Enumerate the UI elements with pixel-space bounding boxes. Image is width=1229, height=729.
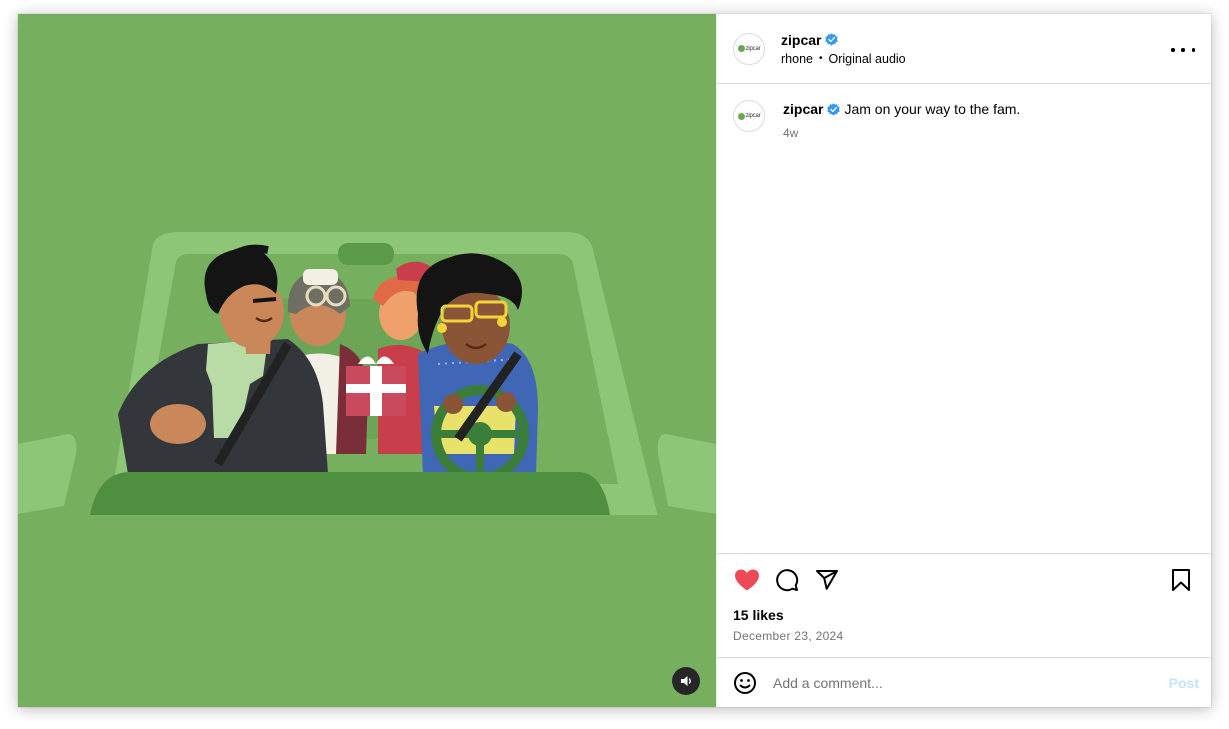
audio-artist[interactable]: rhone (781, 52, 813, 66)
caption-username[interactable]: zipcar (783, 101, 823, 117)
caption-line: zipcar Jam on your way to the fam. (783, 101, 1020, 117)
avatar-logo-text: zipcar (745, 113, 761, 119)
comment-box: Post (717, 657, 1211, 707)
emoji-icon (734, 671, 756, 694)
action-bar (733, 566, 1195, 594)
emoji-button[interactable] (733, 671, 757, 695)
header-username[interactable]: zipcar (781, 32, 821, 48)
caption-text: Jam on your way to the fam. (844, 101, 1021, 117)
audio-label[interactable]: Original audio (829, 52, 906, 66)
caption-timestamp[interactable]: 4w (783, 126, 1020, 140)
header-name-row: zipcar (781, 32, 906, 48)
share-button[interactable] (813, 566, 841, 594)
post-comment-button[interactable]: Post (1169, 675, 1199, 691)
post-media[interactable] (18, 14, 716, 707)
zipcar-logo-mark (737, 45, 745, 52)
more-dot (1181, 48, 1185, 52)
comment-button[interactable] (773, 566, 801, 594)
post-date: December 23, 2024 (733, 629, 844, 643)
more-dot (1191, 48, 1195, 52)
caption-body: zipcar Jam on your way to the fam. 4w (783, 101, 1020, 140)
post-side-panel: zipcar zipcar rhone • Original audio zip… (716, 14, 1211, 707)
audio-line: rhone • Original audio (781, 52, 906, 66)
verified-badge-icon (825, 33, 839, 46)
volume-icon (680, 676, 691, 686)
more-options-button[interactable] (1171, 40, 1195, 60)
comment-input[interactable] (773, 674, 1169, 691)
verified-badge-icon (827, 102, 841, 116)
video-illustration (18, 232, 716, 707)
mute-button[interactable] (672, 667, 700, 695)
header-info: zipcar rhone • Original audio (781, 32, 906, 66)
like-button[interactable] (733, 566, 761, 594)
comments-section: zipcar zipcar Jam on your way to the fam… (717, 84, 1211, 553)
more-dot (1171, 48, 1175, 52)
comment-icon (776, 569, 799, 592)
account-avatar[interactable]: zipcar (733, 32, 765, 65)
bookmark-icon (1172, 569, 1190, 591)
heart-filled-icon (735, 569, 759, 591)
zipcar-logo-mark (737, 112, 745, 120)
share-icon (816, 570, 838, 590)
post-header: zipcar zipcar rhone • Original audio (717, 14, 1211, 84)
caption-avatar[interactable]: zipcar (733, 100, 765, 132)
likes-count[interactable]: 15 likes (733, 607, 1195, 623)
actions-area: 15 likes December 23, 2024 (717, 553, 1211, 657)
avatar-logo-text: zipcar (745, 45, 761, 52)
save-button[interactable] (1167, 566, 1195, 594)
audio-separator: • (818, 53, 823, 64)
post-dialog: zipcar zipcar rhone • Original audio zip… (18, 14, 1211, 707)
caption-row: zipcar zipcar Jam on your way to the fam… (733, 100, 1195, 140)
